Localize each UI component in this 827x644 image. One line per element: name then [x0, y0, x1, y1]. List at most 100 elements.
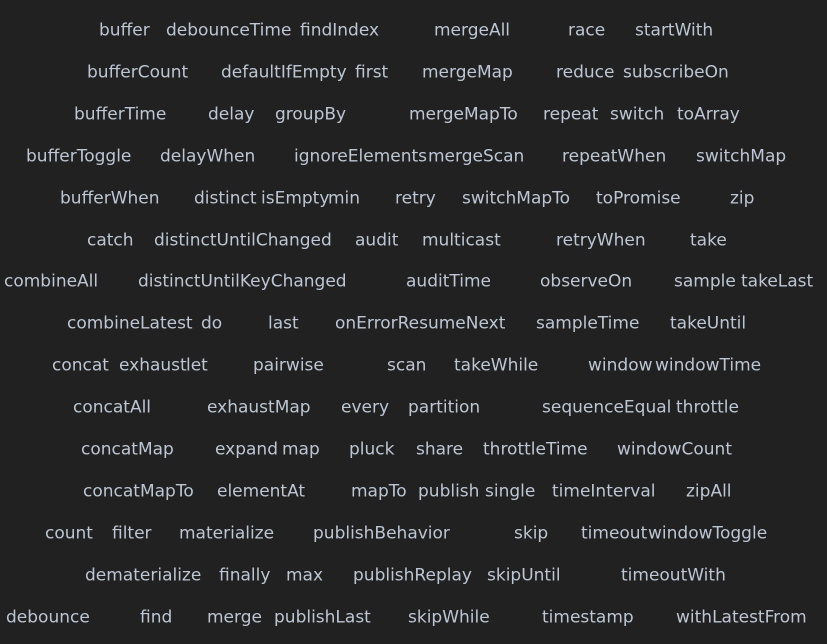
operator-link[interactable]: switchMap	[696, 148, 786, 165]
operator-link[interactable]: takeLast	[741, 273, 813, 291]
operator-link[interactable]: mergeAll	[434, 22, 510, 40]
operator-link[interactable]: distinctUntilKeyChanged	[138, 273, 347, 291]
operator-link[interactable]: windowTime	[655, 357, 761, 375]
operator-link[interactable]: partition	[408, 399, 480, 417]
operator-link[interactable]: every	[341, 399, 389, 417]
operator-link[interactable]: delay	[208, 106, 254, 123]
operator-link[interactable]: defaultIfEmpty	[221, 64, 347, 81]
operator-link[interactable]: bufferWhen	[60, 190, 160, 207]
operator-link[interactable]: multicast	[422, 232, 501, 249]
operator-word-cloud: buffer debounceTime findIndex mergeAll race s…	[0, 0, 827, 644]
operator-link[interactable]: publish	[418, 483, 479, 500]
operator-link[interactable]: zip	[730, 190, 754, 207]
operator-link[interactable]: audit	[355, 232, 398, 249]
operator-link[interactable]: groupBy	[275, 106, 346, 123]
operator-link[interactable]: catch	[87, 232, 134, 249]
operator-link[interactable]: concatMap	[81, 441, 174, 459]
operator-link[interactable]: do	[201, 315, 222, 333]
operator-link[interactable]: bufferCount	[87, 64, 188, 81]
operator-link[interactable]: mergeMapTo	[409, 106, 518, 123]
operator-link[interactable]: take	[690, 232, 727, 249]
operator-link[interactable]: max	[286, 567, 323, 584]
operator-link[interactable]: withLatestFrom	[676, 609, 807, 626]
operator-link[interactable]: toPromise	[596, 190, 681, 207]
operator-link[interactable]: startWith	[635, 22, 713, 40]
operator-link[interactable]: windowCount	[617, 441, 732, 459]
operator-link[interactable]: throttle	[676, 399, 739, 417]
operator-link[interactable]: concatAll	[73, 399, 151, 417]
operator-link[interactable]: takeWhile	[454, 357, 538, 375]
operator-link[interactable]: debounce	[6, 609, 90, 626]
operator-link[interactable]: ignoreElements	[294, 148, 427, 165]
operator-link[interactable]: onErrorResumeNext	[335, 315, 505, 333]
operator-link[interactable]: publishBehavior	[313, 525, 450, 542]
operator-link[interactable]: zipAll	[686, 483, 732, 500]
operator-link[interactable]: debounceTime	[166, 22, 291, 40]
operator-link[interactable]: timeout	[581, 525, 647, 542]
operator-link[interactable]: last	[268, 315, 299, 333]
operator-link[interactable]: mapTo	[351, 483, 407, 500]
operator-link[interactable]: sequenceEqual	[542, 399, 671, 417]
operator-link[interactable]: window	[588, 357, 653, 375]
operator-link[interactable]: switch	[610, 106, 664, 123]
operator-link[interactable]: skip	[514, 525, 548, 542]
operator-link[interactable]: isEmpty	[261, 190, 329, 207]
operator-link[interactable]: map	[282, 441, 320, 459]
operator-link[interactable]: exhaustMap	[207, 399, 311, 417]
operator-link[interactable]: retryWhen	[556, 232, 646, 249]
operator-link[interactable]: find	[140, 609, 172, 626]
operator-link[interactable]: expand	[215, 441, 278, 459]
operator-link[interactable]: distinct	[194, 190, 257, 207]
operator-link[interactable]: filter	[112, 525, 152, 542]
operator-link[interactable]: combineLatest	[67, 315, 193, 333]
operator-link[interactable]: distinctUntilChanged	[154, 232, 332, 249]
operator-link[interactable]: concatMapTo	[83, 483, 194, 500]
operator-link[interactable]: bufferToggle	[26, 148, 131, 165]
operator-link[interactable]: mergeMap	[422, 64, 513, 81]
operator-link[interactable]: concat	[52, 357, 109, 375]
operator-link[interactable]: skipUntil	[487, 567, 561, 584]
operator-link[interactable]: sampleTime	[536, 315, 639, 333]
operator-link[interactable]: subscribeOn	[623, 64, 729, 81]
operator-link[interactable]: auditTime	[406, 273, 491, 291]
operator-link[interactable]: merge	[207, 609, 262, 626]
operator-link[interactable]: publishReplay	[353, 567, 472, 584]
operator-link[interactable]: repeat	[543, 106, 598, 123]
operator-link[interactable]: publishLast	[274, 609, 371, 626]
operator-link[interactable]: count	[45, 525, 93, 542]
operator-link[interactable]: throttleTime	[483, 441, 588, 459]
operator-link[interactable]: sample	[674, 273, 736, 291]
operator-link[interactable]: toArray	[677, 106, 740, 123]
operator-link[interactable]: timeInterval	[552, 483, 656, 500]
operator-link[interactable]: scan	[387, 357, 426, 375]
operator-link[interactable]: pairwise	[253, 357, 324, 375]
operator-link[interactable]: exhaust	[119, 357, 187, 375]
operator-link[interactable]: skipWhile	[408, 609, 490, 626]
operator-link[interactable]: elementAt	[217, 483, 305, 500]
operator-link[interactable]: finally	[219, 567, 270, 584]
operator-link[interactable]: delayWhen	[160, 148, 255, 165]
operator-link[interactable]: bufferTime	[74, 106, 166, 123]
operator-link[interactable]: mergeScan	[428, 148, 524, 165]
operator-link[interactable]: windowToggle	[648, 525, 767, 542]
operator-link[interactable]: materialize	[179, 525, 274, 542]
operator-link[interactable]: pluck	[349, 441, 394, 459]
operator-link[interactable]: share	[416, 441, 463, 459]
operator-link[interactable]: retry	[395, 190, 436, 207]
operator-link[interactable]: findIndex	[300, 22, 379, 40]
operator-link[interactable]: switchMapTo	[462, 190, 570, 207]
operator-link[interactable]: let	[186, 357, 208, 375]
operator-link[interactable]: dematerialize	[85, 567, 201, 584]
operator-link[interactable]: first	[355, 64, 388, 81]
operator-link[interactable]: takeUntil	[670, 315, 746, 333]
operator-link[interactable]: buffer	[99, 22, 150, 40]
operator-link[interactable]: observeOn	[540, 273, 632, 291]
operator-link[interactable]: single	[485, 483, 535, 500]
operator-link[interactable]: combineAll	[4, 273, 98, 291]
operator-link[interactable]: timeoutWith	[621, 567, 726, 584]
operator-link[interactable]: reduce	[556, 64, 614, 81]
operator-link[interactable]: min	[328, 190, 360, 207]
operator-link[interactable]: repeatWhen	[562, 148, 666, 165]
operator-link[interactable]: timestamp	[542, 609, 634, 626]
operator-link[interactable]: race	[568, 22, 605, 40]
